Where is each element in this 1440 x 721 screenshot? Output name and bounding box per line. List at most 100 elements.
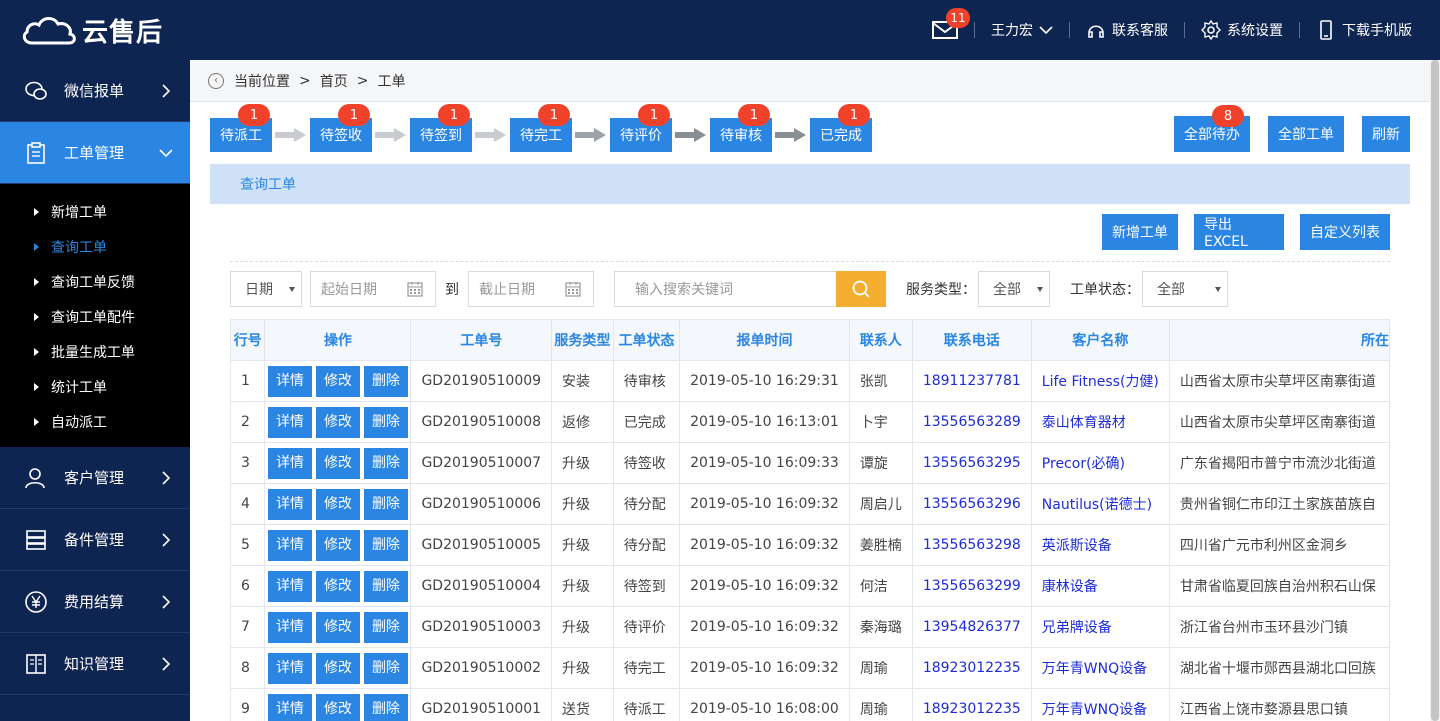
customer-name-cell[interactable]: 兄弟牌设备 <box>1030 606 1170 648</box>
detail-button[interactable]: 详情 <box>267 570 312 602</box>
detail-button[interactable]: 详情 <box>267 365 312 397</box>
detail-button[interactable]: 详情 <box>267 406 312 438</box>
settings-link[interactable]: 系统设置 <box>1201 20 1283 40</box>
customer-name-cell[interactable]: Precor(必确) <box>1030 442 1170 484</box>
delete-button[interactable]: 删除 <box>363 406 408 438</box>
phone-cell[interactable]: 18923012235 <box>911 688 1032 721</box>
edit-button[interactable]: 修改 <box>315 652 360 684</box>
step-completed[interactable]: 已完成 1 <box>810 104 872 152</box>
back-arrow-icon[interactable]: ‹ <box>208 72 224 89</box>
custom-columns-button[interactable]: 自定义列表 <box>1300 214 1390 250</box>
delete-button[interactable]: 删除 <box>363 365 408 397</box>
search-button[interactable] <box>836 271 886 307</box>
export-excel-button[interactable]: 导出EXCEL <box>1194 214 1284 250</box>
step-pending-dispatch[interactable]: 待派工 1 <box>210 104 272 152</box>
user-icon <box>25 467 45 488</box>
customer-name-cell[interactable]: 康林设备 <box>1030 565 1170 607</box>
edit-button[interactable]: 修改 <box>315 529 360 561</box>
scrollbar-thumb[interactable] <box>1431 60 1439 721</box>
service-type-select[interactable]: 全部 <box>978 271 1050 307</box>
step-pending-completion[interactable]: 待完工 1 <box>510 104 572 152</box>
contact-cell: 秦海璐 <box>848 606 913 648</box>
contact-cell: 姜胜楠 <box>848 524 913 566</box>
submenu-query-order[interactable]: 查询工单 <box>0 229 190 264</box>
step-count-badge: 1 <box>838 104 870 126</box>
edit-button[interactable]: 修改 <box>315 693 360 721</box>
all-todo-button[interactable]: 全部待办 8 <box>1174 105 1250 152</box>
edit-button[interactable]: 修改 <box>315 611 360 643</box>
mail-button[interactable]: 11 <box>932 8 970 40</box>
new-order-button[interactable]: 新增工单 <box>1102 214 1178 250</box>
detail-button[interactable]: 详情 <box>267 693 312 721</box>
phone-cell[interactable]: 13556563295 <box>911 442 1032 484</box>
customer-name-cell[interactable]: 万年青WNQ设备 <box>1030 647 1170 689</box>
edit-button[interactable]: 修改 <box>315 447 360 479</box>
delete-button[interactable]: 删除 <box>363 447 408 479</box>
submenu-auto-dispatch[interactable]: 自动派工 <box>0 404 190 439</box>
step-pending-review[interactable]: 待评价 1 <box>610 104 672 152</box>
delete-button[interactable]: 删除 <box>363 488 408 520</box>
step-pending-checkin[interactable]: 待签到 1 <box>410 104 472 152</box>
sidebar-item-work-orders[interactable]: 工单管理 <box>0 122 190 184</box>
customer-name-cell[interactable]: Life Fitness(力健) <box>1030 360 1170 402</box>
phone-cell[interactable]: 13556563289 <box>911 401 1032 443</box>
download-app-link[interactable]: 下载手机版 <box>1316 20 1412 40</box>
edit-button[interactable]: 修改 <box>315 570 360 602</box>
delete-button[interactable]: 删除 <box>363 693 408 721</box>
submenu-label: 批量生成工单 <box>51 344 135 361</box>
edit-button[interactable]: 修改 <box>315 406 360 438</box>
clipboard-icon <box>27 141 45 164</box>
submenu-order-feedback[interactable]: 查询工单反馈 <box>0 264 190 299</box>
delete-button[interactable]: 删除 <box>363 529 408 561</box>
customer-name-cell[interactable]: Nautilus(诺德士) <box>1030 483 1170 525</box>
orders-table: 行号 操作 工单号 服务类型 工单状态 报单时间 联系人 联系电话 客户名称 所… <box>230 319 1390 721</box>
search-input[interactable]: 输入搜索关键词 <box>614 271 836 307</box>
address-cell: 贵州省铜仁市印江土家族苗族自 <box>1168 483 1390 525</box>
end-date-input[interactable]: 截止日期 <box>468 271 594 307</box>
customer-service-link[interactable]: 联系客服 <box>1086 20 1168 40</box>
sidebar-item-billing[interactable]: 费用结算 <box>0 571 190 633</box>
address-cell: 湖北省十堰市郧西县湖北口回族 <box>1168 647 1390 689</box>
logo[interactable]: 云售后 <box>20 12 163 48</box>
customer-name-cell[interactable]: 泰山体育器材 <box>1030 401 1170 443</box>
phone-cell[interactable]: 13556563296 <box>911 483 1032 525</box>
breadcrumb-home[interactable]: 首页 <box>320 71 348 91</box>
sidebar-item-customers[interactable]: 客户管理 <box>0 447 190 509</box>
detail-button[interactable]: 详情 <box>267 529 312 561</box>
actions-cell: 详情 修改 删除 <box>264 360 412 402</box>
date-type-select[interactable]: 日期 <box>230 271 302 307</box>
detail-button[interactable]: 详情 <box>267 611 312 643</box>
refresh-button[interactable]: 刷新 <box>1362 116 1410 152</box>
delete-button[interactable]: 删除 <box>363 570 408 602</box>
edit-button[interactable]: 修改 <box>315 488 360 520</box>
phone-cell[interactable]: 18911237781 <box>911 360 1032 402</box>
separator <box>974 22 975 38</box>
step-pending-audit[interactable]: 待审核 1 <box>710 104 772 152</box>
status-select[interactable]: 全部 <box>1142 271 1228 307</box>
edit-button[interactable]: 修改 <box>315 365 360 397</box>
detail-button[interactable]: 详情 <box>267 447 312 479</box>
status-label: 工单状态： <box>1070 282 1140 298</box>
step-pending-receipt[interactable]: 待签收 1 <box>310 104 372 152</box>
customer-name-cell[interactable]: 英派斯设备 <box>1030 524 1170 566</box>
phone-cell[interactable]: 18923012235 <box>911 647 1032 689</box>
phone-cell[interactable]: 13556563299 <box>911 565 1032 607</box>
user-menu[interactable]: 王力宏 <box>991 20 1053 40</box>
customer-name-cell[interactable]: 万年青WNQ设备 <box>1030 688 1170 721</box>
detail-button[interactable]: 详情 <box>267 652 312 684</box>
headset-icon <box>1088 25 1104 38</box>
phone-cell[interactable]: 13556563298 <box>911 524 1032 566</box>
delete-button[interactable]: 删除 <box>363 611 408 643</box>
submenu-new-order[interactable]: 新增工单 <box>0 194 190 229</box>
detail-button[interactable]: 详情 <box>267 488 312 520</box>
sidebar-item-wechat-orders[interactable]: 微信报单 <box>0 60 190 122</box>
sidebar-item-spare-parts[interactable]: 备件管理 <box>0 509 190 571</box>
submenu-batch-create[interactable]: 批量生成工单 <box>0 334 190 369</box>
all-orders-button[interactable]: 全部工单 <box>1268 116 1344 152</box>
start-date-input[interactable]: 起始日期 <box>310 271 436 307</box>
phone-cell[interactable]: 13954826377 <box>911 606 1032 648</box>
submenu-order-parts[interactable]: 查询工单配件 <box>0 299 190 334</box>
sidebar-item-knowledge[interactable]: 知识管理 <box>0 633 190 695</box>
delete-button[interactable]: 删除 <box>363 652 408 684</box>
submenu-statistics[interactable]: 统计工单 <box>0 369 190 404</box>
